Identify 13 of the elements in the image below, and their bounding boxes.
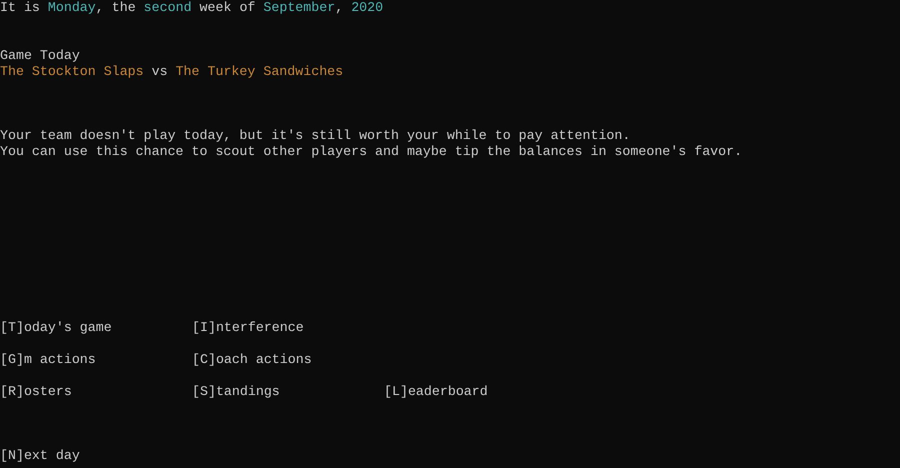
menu-option[interactable]: [G]m actions <box>0 352 96 368</box>
menu-option[interactable]: [T]oday's game <box>0 320 112 336</box>
message-line: You can use this chance to scout other players and maybe tip the balances in someone's favor. <box>0 144 742 160</box>
game-heading: Game Today <box>0 48 80 64</box>
menu-option[interactable]: [I]nterference <box>192 320 304 336</box>
menu-option[interactable]: [C]oach actions <box>192 352 312 368</box>
date-line: It is Monday, the second week of September, 2020 <box>0 0 384 16</box>
menu-option[interactable]: [S]tandings <box>192 384 280 400</box>
menu-option[interactable]: [N]ext day <box>0 448 80 464</box>
message-line: Your team doesn't play today, but it's still worth your while to pay attention. <box>0 128 630 144</box>
menu-option[interactable]: [R]osters <box>0 384 72 400</box>
matchup-line: The Stockton Slaps vs The Turkey Sandwiches <box>0 64 344 80</box>
menu-option[interactable]: [L]eaderboard <box>384 384 488 400</box>
